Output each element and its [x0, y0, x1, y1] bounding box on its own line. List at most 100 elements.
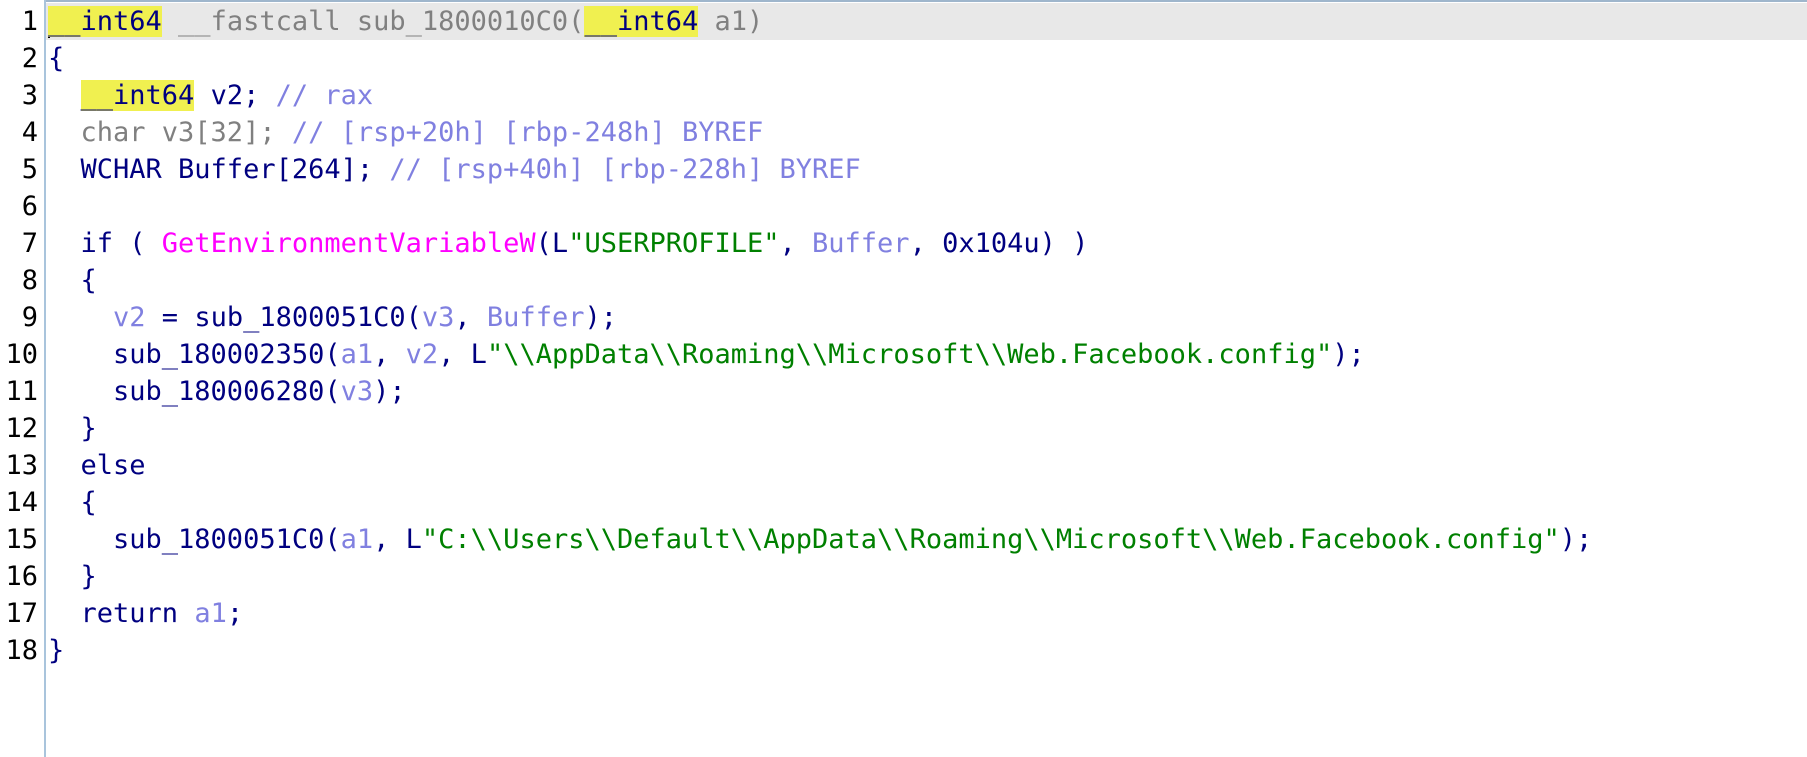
code-token-var[interactable]: v3: [422, 302, 455, 333]
code-text[interactable]: {: [48, 262, 97, 299]
line-number: 9: [21, 302, 38, 333]
code-token-var[interactable]: Buffer: [812, 228, 910, 259]
code-token-var[interactable]: v3: [341, 376, 374, 407]
line-number: 10: [5, 339, 38, 370]
code-line[interactable]: 13 else: [5, 447, 1807, 484]
code-line[interactable]: 3 __int64 v2; // rax: [22, 77, 1807, 114]
code-token-default[interactable]: WCHAR Buffer[264];: [48, 154, 389, 185]
code-token-default[interactable]: {: [48, 265, 97, 296]
code-text[interactable]: return a1;: [48, 595, 244, 632]
code-token-default[interactable]: );: [584, 302, 617, 333]
code-area[interactable]: 1 __int64 __fastcall sub_1800010C0(__int6…: [5, 3, 1807, 669]
code-line[interactable]: 16 }: [5, 558, 1807, 595]
code-text[interactable]: }: [48, 558, 97, 595]
line-number: 2: [21, 43, 38, 74]
code-line[interactable]: 11 sub_180006280(v3);: [5, 373, 1807, 410]
code-token-str[interactable]: "C:\\Users\\Default\\AppData\\Roaming\\M…: [422, 524, 1560, 555]
pseudocode-editor[interactable]: 1 __int64 __fastcall sub_1800010C0(__int6…: [0, 0, 1807, 757]
code-token-var[interactable]: a1: [194, 598, 227, 629]
code-line[interactable]: 18}: [5, 632, 1807, 669]
code-token-default[interactable]: );: [1332, 339, 1365, 370]
code-token-default[interactable]: ,: [454, 302, 487, 333]
code-token-default[interactable]: if (: [48, 228, 162, 259]
code-token-default[interactable]: }: [48, 413, 97, 444]
code-token-default[interactable]: return: [48, 598, 194, 629]
code-token-gray[interactable]: char v3[32];: [48, 117, 292, 148]
code-line[interactable]: 1 __int64 __fastcall sub_1800010C0(__int6…: [22, 3, 1807, 40]
code-line[interactable]: 10 sub_180002350(a1, v2, L"\\AppData\\Ro…: [5, 336, 1807, 373]
code-text[interactable]: sub_180002350(a1, v2, L"\\AppData\\Roami…: [48, 336, 1365, 373]
code-text[interactable]: __int64 v2; // rax: [48, 77, 373, 114]
code-token-default[interactable]: (L: [536, 228, 569, 259]
line-number: 6: [21, 191, 38, 222]
code-token-var[interactable]: a1: [341, 524, 374, 555]
code-token-str[interactable]: "\\AppData\\Roaming\\Microsoft\\Web.Face…: [487, 339, 1332, 370]
code-token-api[interactable]: GetEnvironmentVariableW: [162, 228, 536, 259]
code-token-default[interactable]: {: [48, 43, 64, 74]
code-token-var[interactable]: Buffer: [487, 302, 585, 333]
code-token-comment[interactable]: // rax: [276, 80, 374, 111]
code-text[interactable]: }: [48, 632, 64, 669]
code-line[interactable]: 12 }: [5, 410, 1807, 447]
code-token-default[interactable]: }: [48, 561, 97, 592]
code-token-default[interactable]: ,: [780, 228, 813, 259]
editor-top-border: [0, 0, 1807, 2]
code-line[interactable]: 8 {: [22, 262, 1807, 299]
code-token-comment[interactable]: // [rsp+20h] [rbp-248h] BYREF: [292, 117, 763, 148]
code-token-default[interactable]: else: [48, 450, 146, 481]
code-token-hl[interactable]: __int64: [80, 80, 195, 111]
line-number: 5: [21, 154, 38, 185]
code-token-hl[interactable]: __int64: [584, 6, 699, 37]
code-token-comment[interactable]: // [rsp+40h] [rbp-228h] BYREF: [389, 154, 860, 185]
line-number: 3: [21, 80, 38, 111]
code-text[interactable]: sub_1800051C0(a1, L"C:\\Users\\Default\\…: [48, 521, 1592, 558]
code-line[interactable]: 4 char v3[32]; // [rsp+20h] [rbp-248h] B…: [22, 114, 1807, 151]
code-token-default[interactable]: );: [373, 376, 406, 407]
code-text[interactable]: sub_180006280(v3);: [48, 373, 406, 410]
line-number: 13: [5, 450, 38, 481]
code-text[interactable]: __int64 __fastcall sub_1800010C0(__int64…: [48, 3, 763, 40]
code-text[interactable]: if ( GetEnvironmentVariableW(L"USERPROFI…: [48, 225, 1089, 262]
code-token-var[interactable]: v2: [406, 339, 439, 370]
code-line[interactable]: 2{: [22, 40, 1807, 77]
code-text[interactable]: v2 = sub_1800051C0(v3, Buffer);: [48, 299, 617, 336]
code-text[interactable]: else: [48, 447, 146, 484]
code-line[interactable]: 6: [22, 188, 1807, 225]
code-token-default[interactable]: {: [48, 487, 97, 518]
code-line[interactable]: 5 WCHAR Buffer[264]; // [rsp+40h] [rbp-2…: [22, 151, 1807, 188]
code-line[interactable]: 15 sub_1800051C0(a1, L"C:\\Users\\Defaul…: [5, 521, 1807, 558]
code-token-default[interactable]: ;: [227, 598, 243, 629]
code-text[interactable]: {: [48, 40, 64, 77]
code-token-default[interactable]: v2;: [194, 80, 275, 111]
line-number: 12: [5, 413, 38, 444]
code-token-default[interactable]: sub_1800051C0(: [48, 524, 341, 555]
code-token-var[interactable]: a1: [341, 339, 374, 370]
code-line[interactable]: 9 v2 = sub_1800051C0(v3, Buffer);: [22, 299, 1807, 336]
code-token-str[interactable]: "USERPROFILE": [568, 228, 779, 259]
code-line[interactable]: 14 {: [5, 484, 1807, 521]
code-token-gray[interactable]: __fastcall sub_1800010C0(: [162, 6, 584, 37]
code-token-default[interactable]: = sub_1800051C0(: [146, 302, 422, 333]
code-token-default[interactable]: [48, 80, 81, 111]
code-text[interactable]: WCHAR Buffer[264]; // [rsp+40h] [rbp-228…: [48, 151, 861, 188]
code-text[interactable]: {: [48, 484, 97, 521]
code-line[interactable]: 7 if ( GetEnvironmentVariableW(L"USERPRO…: [22, 225, 1807, 262]
line-number: 4: [21, 117, 38, 148]
code-token-default[interactable]: );: [1560, 524, 1593, 555]
code-token-default[interactable]: , 0x104u) ): [910, 228, 1089, 259]
code-line[interactable]: 17 return a1;: [5, 595, 1807, 632]
code-token-var[interactable]: v2: [113, 302, 146, 333]
code-token-default[interactable]: }: [48, 635, 64, 666]
code-token-default[interactable]: , L: [438, 339, 487, 370]
code-token-gray[interactable]: a1): [698, 6, 763, 37]
code-token-default[interactable]: ,: [373, 339, 406, 370]
code-token-hl[interactable]: __int64: [48, 6, 162, 37]
code-text[interactable]: char v3[32]; // [rsp+20h] [rbp-248h] BYR…: [48, 114, 764, 151]
code-token-default[interactable]: [48, 302, 113, 333]
code-token-default[interactable]: sub_180002350(: [48, 339, 341, 370]
code-token-default[interactable]: , L: [373, 524, 422, 555]
code-text[interactable]: }: [48, 410, 97, 447]
code-token-default[interactable]: sub_180006280(: [48, 376, 341, 407]
line-number: 11: [5, 376, 38, 407]
line-number: 16: [5, 561, 38, 592]
